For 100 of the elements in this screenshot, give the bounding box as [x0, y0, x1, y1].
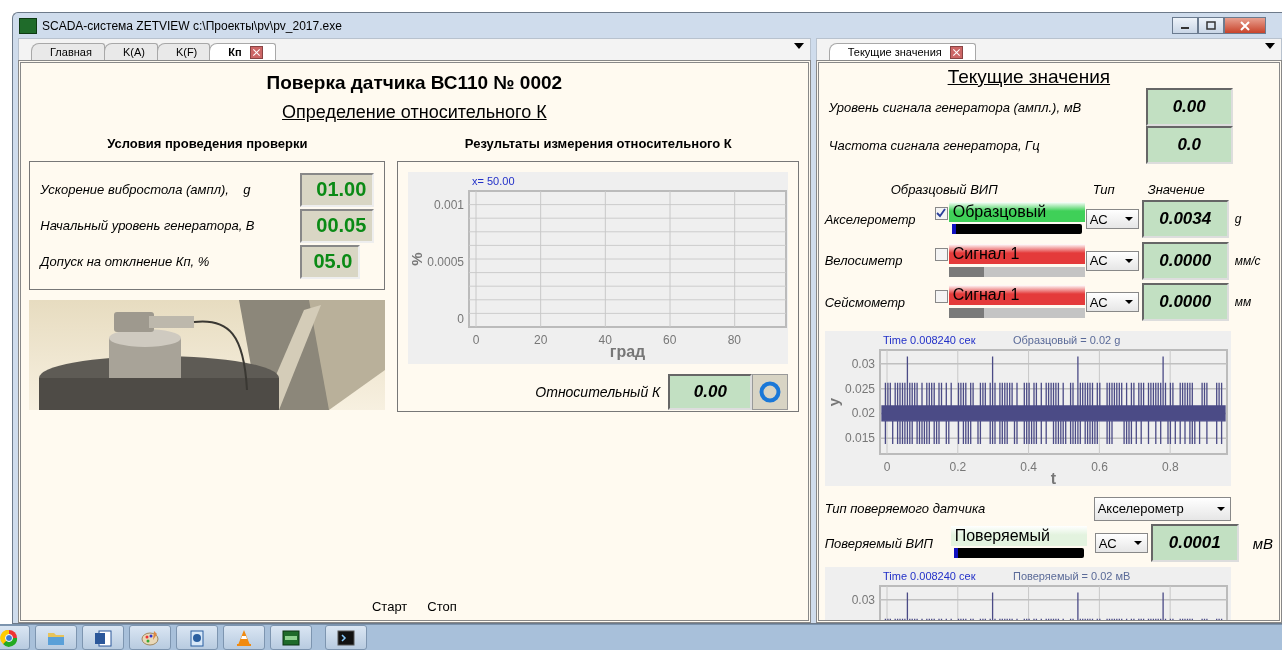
indicator-label: Сигнал 1 — [948, 285, 1085, 306]
section-heading: Условия проведения проверки — [107, 136, 308, 153]
indicator-label: Сигнал 1 — [948, 243, 1085, 264]
value-display: 0.00 — [1145, 88, 1233, 126]
y-tick-label: 0.03 — [851, 356, 875, 371]
close-icon[interactable] — [949, 45, 963, 59]
value-display: 0.00 — [668, 374, 753, 410]
unit-label: мм/с — [1234, 253, 1261, 268]
y-tick-label: 0.001 — [434, 197, 465, 212]
y-tick-label: 0 — [457, 312, 465, 326]
sensor-label: Велосиметр — [824, 253, 904, 269]
indicator-label: Поверяемый — [950, 526, 1087, 547]
type-dropdown[interactable]: Акселерометр — [1093, 496, 1231, 521]
type-dropdown[interactable]: AC — [1085, 292, 1139, 313]
terminal-icon — [336, 627, 356, 648]
type-dropdown[interactable]: AC — [1085, 250, 1139, 271]
indicator-label: Образцовый — [948, 202, 1085, 223]
window-title: SCADA-система ZETVIEW c:\Проекты\pv\pv_2017.exe — [42, 18, 343, 33]
checkbox[interactable] — [934, 289, 948, 303]
unit-label: g — [1234, 212, 1242, 227]
x-tick-label: 80 — [728, 333, 742, 347]
x-tick-label: 0.8 — [1161, 459, 1179, 474]
control-button[interactable]: Стоп — [427, 599, 457, 620]
minimize-button[interactable] — [1172, 17, 1198, 34]
x-axis-label: t — [1050, 469, 1056, 486]
y-tick-label: 0.03 — [851, 592, 875, 607]
field-label: Относительный К — [535, 384, 661, 400]
maximize-icon — [1206, 21, 1216, 30]
field-label: Ускорение вибростола (ампл), g — [40, 182, 251, 197]
tab[interactable]: Текущие значения — [828, 43, 976, 60]
value-display: 0.0000 — [1141, 283, 1229, 322]
taskbar-button[interactable] — [270, 625, 312, 650]
app-icon — [19, 17, 37, 34]
field-label: Допуск на отклнение Кп, % — [40, 254, 210, 269]
type-dropdown[interactable]: AC — [1094, 533, 1148, 554]
x-tick-label: 0 — [473, 333, 480, 347]
maximize-button[interactable] — [1198, 17, 1224, 34]
y-tick-label: 0.025 — [844, 381, 875, 396]
x-tick-label: 0.2 — [949, 459, 966, 474]
value-readout: Поверяемый = 0.02 мВ — [1012, 570, 1131, 582]
caret-icon — [1124, 300, 1133, 305]
taskbar-button[interactable] — [325, 625, 367, 650]
value-display: 0.0001 — [1150, 524, 1239, 563]
sensor-label: Поверяемый ВИП — [824, 535, 934, 551]
close-icon[interactable] — [249, 45, 263, 59]
tab[interactable]: K(F) — [156, 43, 211, 60]
field-label: Частота сигнала генератора, Гц — [827, 137, 1041, 153]
panel-title: Текущие значения — [947, 66, 1111, 88]
x-tick-label: 20 — [534, 333, 548, 347]
page-subtitle: Определение относительного К — [282, 102, 547, 123]
value-display: 0.0034 — [1141, 200, 1229, 239]
x-tick-label: 60 — [663, 333, 677, 347]
y-axis-label: y — [824, 397, 842, 407]
value-display: 0.0 — [1145, 126, 1233, 164]
value-display: 0.0000 — [1141, 241, 1229, 280]
browser-icon — [0, 627, 19, 648]
y-tick-label: 0.015 — [844, 431, 875, 446]
tab[interactable]: Главная — [31, 43, 105, 60]
close-button[interactable] — [1224, 17, 1266, 34]
value-readout: Образцовый = 0.02 g — [1012, 333, 1121, 346]
close-icon — [1240, 20, 1250, 31]
column-header: Тип — [1092, 182, 1116, 198]
checkbox[interactable] — [934, 206, 948, 220]
tab[interactable]: Кп — [209, 43, 276, 60]
section-heading: Результаты измерения относительного К — [464, 136, 732, 153]
cursor-readout: Time 0.008240 сек — [882, 570, 976, 582]
x-tick-label: 0.6 — [1090, 459, 1108, 474]
field-label: Тип поверяемого датчика — [824, 501, 986, 517]
indicator-button[interactable] — [752, 374, 789, 410]
taskbar-button[interactable] — [82, 625, 124, 650]
unit-label: мВ — [1252, 534, 1273, 552]
y-tick-label: 0.0005 — [427, 254, 465, 269]
sensor-label: Сейсмометр — [824, 294, 907, 310]
x-tick-label: 40 — [598, 333, 613, 347]
cursor-readout: Time 0.008240 сек — [882, 333, 976, 346]
sensor-label: Акселерометр — [824, 211, 917, 227]
app-icon — [187, 627, 207, 648]
check-icon — [936, 208, 947, 219]
y-axis-label: % — [408, 252, 426, 266]
caret-icon — [1124, 258, 1133, 263]
y-tick-label: 0.02 — [851, 406, 875, 421]
x-tick-label: 0.4 — [1020, 459, 1037, 474]
ring-icon — [758, 380, 783, 404]
column-header: Значение — [1147, 182, 1205, 198]
caret-icon — [1124, 217, 1133, 222]
unit-label: мм — [1234, 295, 1252, 310]
tab[interactable]: K(A) — [103, 43, 158, 60]
cursor-readout: x= 50.00 — [472, 175, 515, 187]
dropdown-arrow-icon[interactable] — [793, 43, 804, 49]
caret-icon — [1133, 541, 1142, 546]
page-title: Поверка датчика ВС110 № 0002 — [266, 72, 563, 94]
type-dropdown[interactable]: AC — [1085, 209, 1139, 230]
control-button[interactable]: Старт — [371, 599, 408, 620]
column-header: Образцовый ВИП — [890, 182, 999, 198]
dropdown-arrow-icon[interactable] — [1265, 43, 1275, 49]
field-label: Начальный уровень генератора, В — [40, 218, 255, 233]
field-label: Уровень сигнала генератора (ампл.), мВ — [827, 99, 1083, 115]
checkbox[interactable] — [934, 248, 948, 262]
x-tick-label: 0 — [883, 459, 891, 474]
caret-icon — [1216, 506, 1225, 511]
